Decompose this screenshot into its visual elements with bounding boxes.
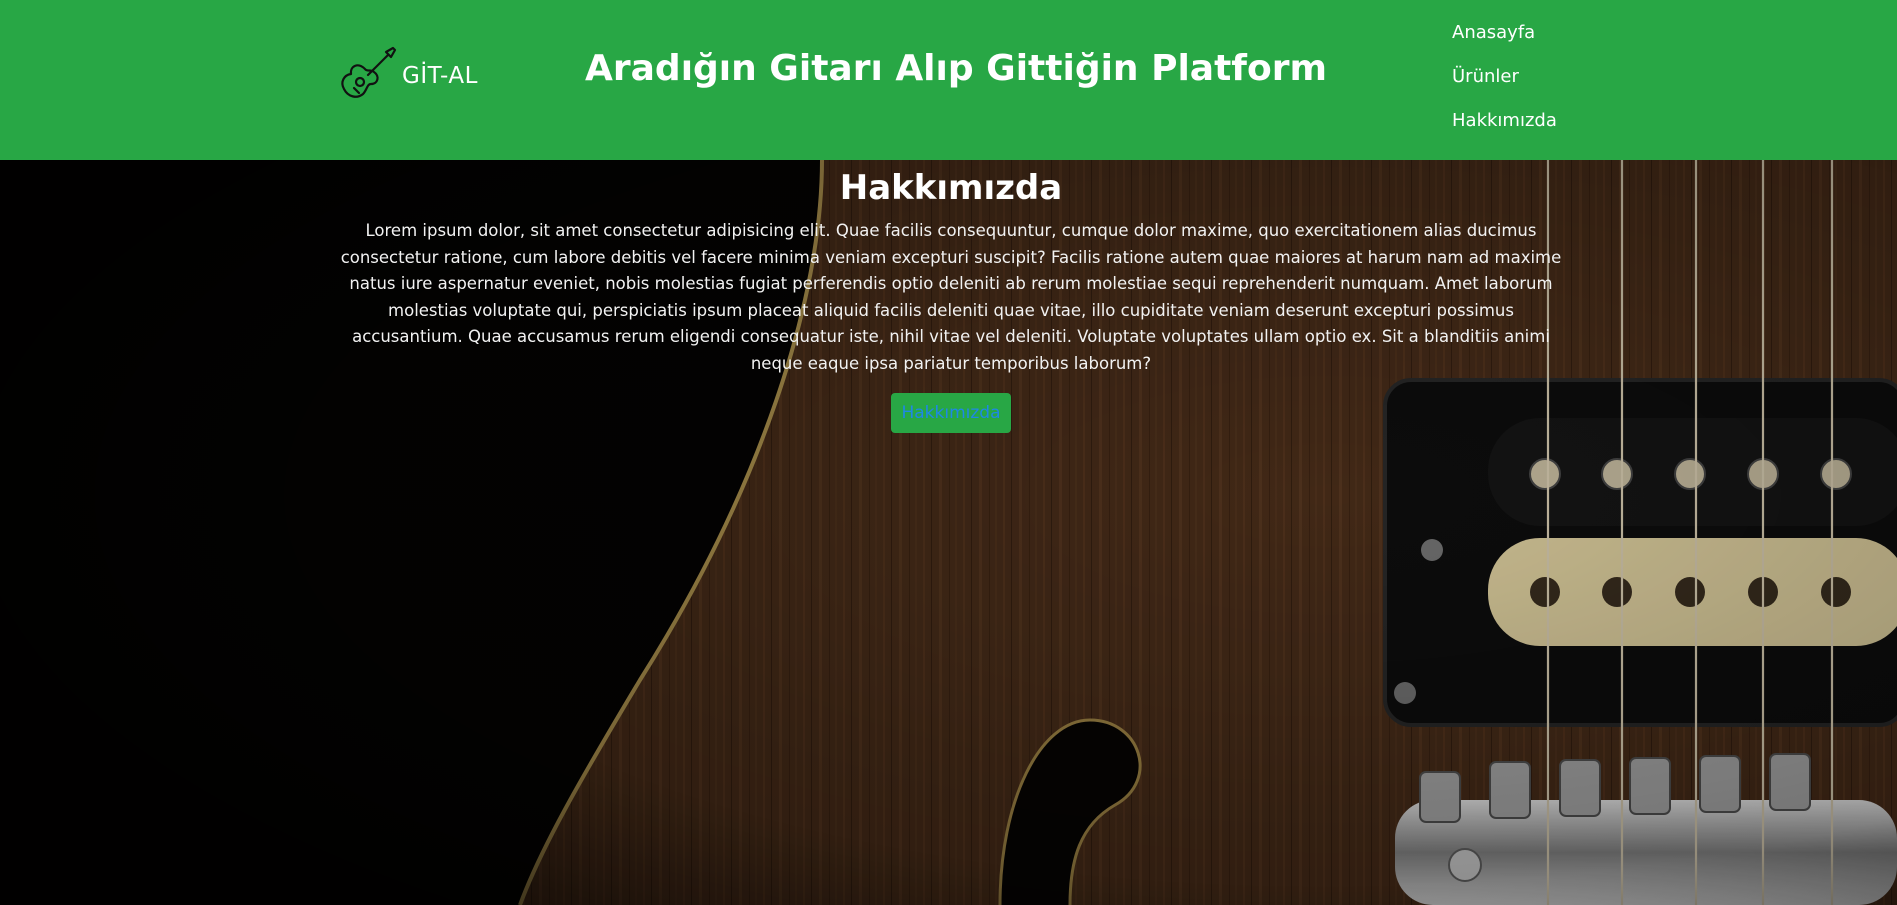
about-section: Hakkımızda Lorem ipsum dolor, sit amet c…: [338, 160, 1564, 433]
nav-item-products: Ürünler: [1452, 62, 1557, 106]
main-nav: Anasayfa Ürünler Hakkımızda: [1452, 18, 1557, 150]
nav-item-about: Hakkımızda: [1452, 106, 1557, 150]
nav-item-home: Anasayfa: [1452, 18, 1557, 62]
about-text: Lorem ipsum dolor, sit amet consectetur …: [340, 221, 1562, 373]
nav-link-home[interactable]: Anasayfa: [1452, 22, 1535, 43]
logo-link[interactable]: GİT-AL: [338, 46, 478, 106]
nav-link-about[interactable]: Hakkımızda: [1452, 110, 1557, 131]
guitar-icon: [338, 44, 398, 108]
page-title: Aradığın Gitarı Alıp Gittiğin Platform: [585, 48, 1327, 89]
header: GİT-AL Aradığın Gitarı Alıp Gittiğin Pla…: [0, 0, 1897, 160]
nav-link-products[interactable]: Ürünler: [1452, 66, 1519, 87]
about-button[interactable]: Hakkımızda: [891, 393, 1011, 433]
logo-text: GİT-AL: [402, 63, 478, 89]
section-heading: Hakkımızda: [839, 168, 1063, 208]
